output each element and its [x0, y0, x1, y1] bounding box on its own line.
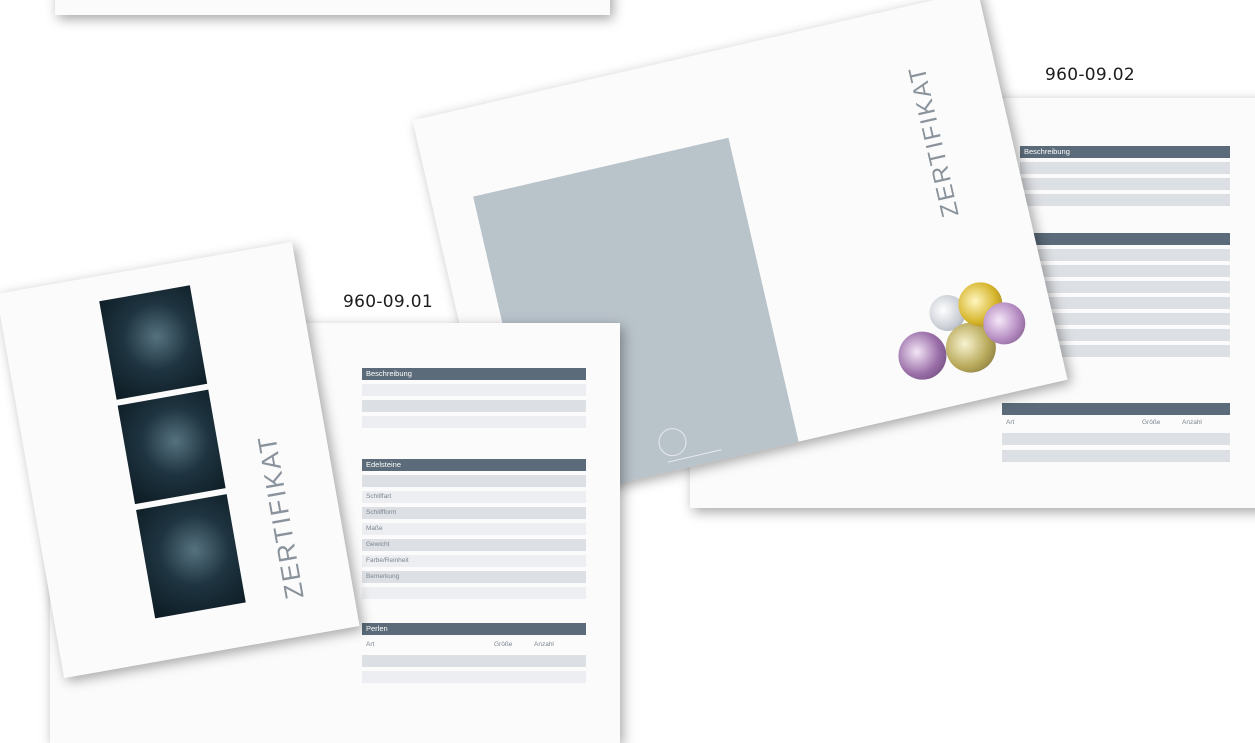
form-row: [362, 655, 586, 667]
field-bemerkung: Bemerkung: [362, 571, 586, 583]
gem-photo-3: [136, 494, 246, 619]
form-row: [362, 671, 586, 683]
column-anzahl-b: Anzahl: [1182, 419, 1202, 426]
column-art: Art: [366, 641, 375, 648]
section-header-perlen: Perlen: [362, 623, 586, 635]
column-groesse: Größe: [494, 641, 513, 648]
form-row: [362, 587, 586, 599]
form-row: [362, 475, 586, 487]
form-row: [1020, 265, 1230, 277]
form-row: [362, 416, 586, 428]
section-header-b3: [1002, 403, 1230, 415]
gemstones-image: [875, 265, 1056, 408]
perlen-column-headers: Art Größe Anzahl: [362, 639, 586, 651]
form-row: [1020, 281, 1230, 293]
perlen-column-headers-b: Art Größe Anzahl: [1002, 417, 1230, 429]
gem-photo-2: [117, 389, 226, 505]
section-header-edelsteine: Edelsteine: [362, 459, 586, 471]
form-row: [1002, 433, 1230, 445]
field-schliffart: Schliffart: [362, 491, 586, 503]
product-code-b: 960-09.02: [1045, 65, 1135, 85]
section-header-b2: [1020, 233, 1230, 245]
section-header-beschreibung-b: Beschreibung: [1020, 146, 1230, 158]
logo-circle-icon: [655, 425, 690, 459]
section-header-beschreibung: Beschreibung: [362, 368, 586, 380]
form-row: [1020, 178, 1230, 190]
gem-photo-1: [99, 285, 208, 400]
column-anzahl: Anzahl: [534, 641, 554, 648]
column-groesse-b: Größe: [1142, 419, 1161, 426]
partial-sheet-top: [55, 0, 610, 15]
product-code-a: 960-09.01: [343, 292, 433, 312]
field-schliffform: Schliffform: [362, 507, 586, 519]
field-farbe-reinheit: Farbe/Reinheit: [362, 555, 586, 567]
column-art-b: Art: [1006, 419, 1015, 426]
form-row: [1020, 249, 1230, 261]
cover-sheet-a: ZERTIFIKAT: [0, 241, 360, 679]
field-masse: Maße: [362, 523, 586, 535]
cover-title-a: ZERTIFIKAT: [251, 432, 310, 602]
form-row: [1020, 297, 1230, 309]
field-gewicht: Gewicht: [362, 539, 586, 551]
form-row: [1020, 162, 1230, 174]
form-row: [362, 400, 586, 412]
form-row: [1020, 194, 1230, 206]
cover-title-b: ZERTIFIKAT: [903, 62, 965, 220]
form-row: [1002, 450, 1230, 462]
form-row: [362, 384, 586, 396]
